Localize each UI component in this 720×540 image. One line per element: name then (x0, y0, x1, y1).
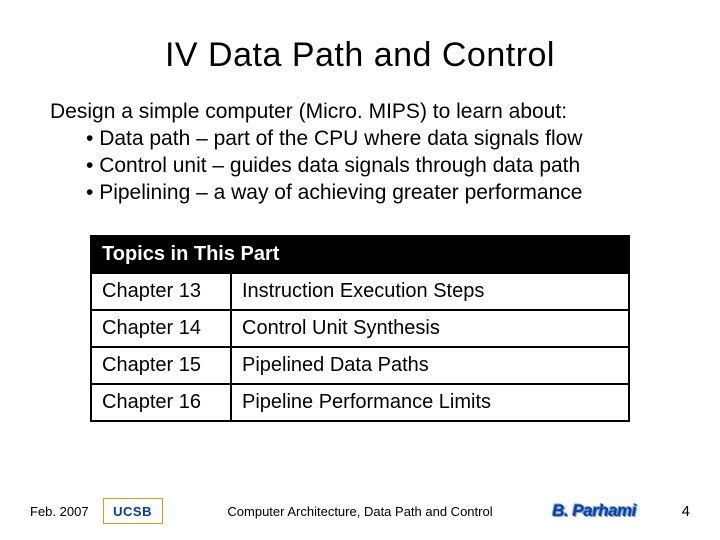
intro-bullet: Control unit – guides data signals throu… (50, 153, 670, 180)
intro-block: Design a simple computer (Micro. MIPS) t… (50, 99, 670, 207)
slide-title: IV Data Path and Control (50, 36, 670, 75)
page-number: 4 (650, 503, 690, 520)
chapter-cell: Chapter 14 (91, 310, 231, 347)
footer-date: Feb. 2007 (30, 504, 89, 519)
chapter-title-cell: Pipeline Performance Limits (231, 384, 629, 421)
chapter-title-cell: Pipelined Data Paths (231, 347, 629, 384)
intro-lead: Design a simple computer (Micro. MIPS) t… (50, 99, 670, 126)
topics-header: Topics in This Part (91, 236, 629, 273)
chapter-cell: Chapter 15 (91, 347, 231, 384)
footer-center: Computer Architecture, Data Path and Con… (190, 504, 530, 519)
chapter-cell: Chapter 16 (91, 384, 231, 421)
table-row: Chapter 15 Pipelined Data Paths (91, 347, 629, 384)
table-row: Chapter 13 Instruction Execution Steps (91, 273, 629, 310)
ucsb-logo-text: UCSB (113, 504, 152, 519)
table-header-row: Topics in This Part (91, 236, 629, 273)
footer-right: B. Parhami 4 (530, 501, 690, 521)
footer: Feb. 2007 UCSB Computer Architecture, Da… (0, 498, 720, 524)
topics-table: Topics in This Part Chapter 13 Instructi… (90, 235, 630, 422)
ucsb-logo-icon: UCSB (103, 498, 163, 524)
footer-left: Feb. 2007 UCSB (30, 498, 190, 524)
chapter-cell: Chapter 13 (91, 273, 231, 310)
intro-bullet: Pipelining – a way of achieving greater … (50, 180, 670, 207)
chapter-title-cell: Control Unit Synthesis (231, 310, 629, 347)
author-name: B. Parhami (552, 501, 636, 521)
table-row: Chapter 16 Pipeline Performance Limits (91, 384, 629, 421)
chapter-title-cell: Instruction Execution Steps (231, 273, 629, 310)
intro-bullet: Data path – part of the CPU where data s… (50, 126, 670, 153)
slide: IV Data Path and Control Design a simple… (0, 0, 720, 540)
table-row: Chapter 14 Control Unit Synthesis (91, 310, 629, 347)
